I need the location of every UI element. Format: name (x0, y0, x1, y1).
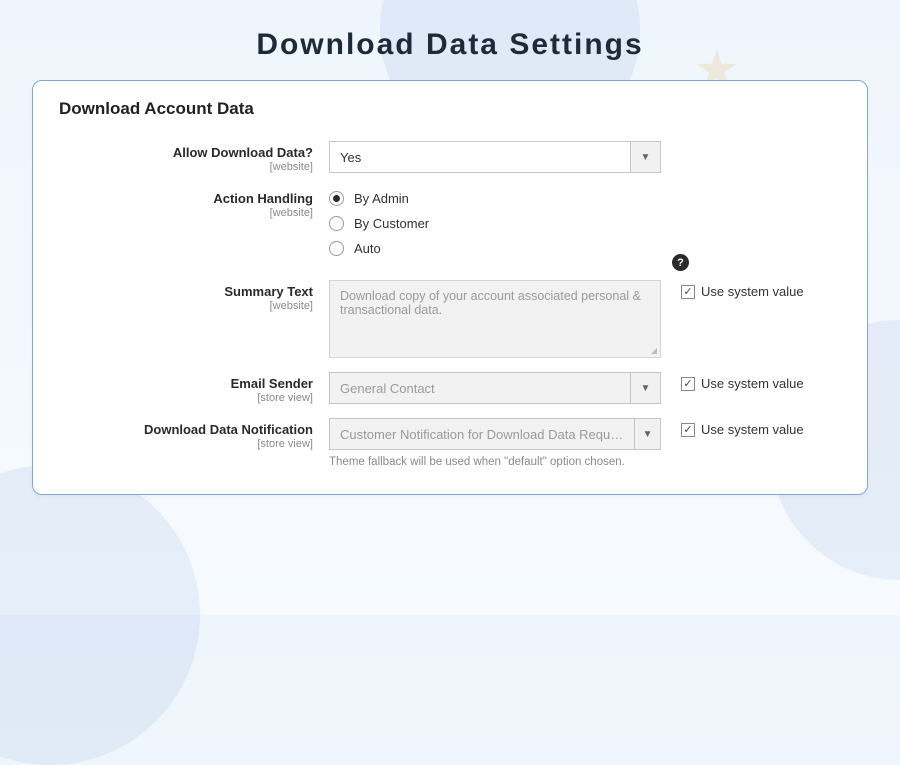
panel-title: Download Account Data (59, 99, 841, 119)
scope-storeview: [store view] (59, 392, 313, 404)
row-summary-text: Summary Text [website] ? Download copy o… (59, 280, 841, 358)
row-allow-download: Allow Download Data? [website] Yes ▼ (59, 141, 841, 173)
settings-panel: Download Account Data Allow Download Dat… (32, 80, 868, 495)
use-system-label: Use system value (701, 284, 804, 299)
chevron-down-icon[interactable]: ▼ (630, 142, 660, 172)
radio-auto[interactable]: Auto (329, 241, 661, 256)
row-notification: Download Data Notification [store view] … (59, 418, 841, 468)
radio-icon (329, 191, 344, 206)
action-handling-radio-group: By Admin By Customer Auto (329, 187, 661, 256)
page-title: Download Data Settings (0, 0, 900, 80)
allow-download-label: Allow Download Data? (59, 145, 313, 160)
radio-label: By Customer (354, 216, 429, 231)
use-system-label: Use system value (701, 376, 804, 391)
email-sender-value: General Contact (330, 381, 445, 396)
radio-icon (329, 216, 344, 231)
email-sender-select[interactable]: General Contact ▼ (329, 372, 661, 404)
scope-storeview: [store view] (59, 438, 313, 450)
scope-website: [website] (59, 207, 313, 219)
summary-text-textarea[interactable]: Download copy of your account associated… (329, 280, 661, 358)
radio-by-admin[interactable]: By Admin (329, 191, 661, 206)
allow-download-select[interactable]: Yes ▼ (329, 141, 661, 173)
notification-value: Customer Notification for Download Data … (330, 427, 634, 442)
radio-icon (329, 241, 344, 256)
notification-note: Theme fallback will be used when "defaul… (329, 456, 661, 468)
action-handling-label: Action Handling (59, 191, 313, 206)
radio-label: Auto (354, 241, 381, 256)
help-icon[interactable]: ? (672, 254, 689, 271)
use-system-label: Use system value (701, 422, 804, 437)
use-system-checkbox-summary[interactable]: ✓ (681, 285, 695, 299)
allow-download-value: Yes (330, 150, 371, 165)
email-sender-label: Email Sender (59, 376, 313, 391)
row-action-handling: Action Handling [website] By Admin By Cu… (59, 187, 841, 266)
use-system-checkbox-notification[interactable]: ✓ (681, 423, 695, 437)
notification-select[interactable]: Customer Notification for Download Data … (329, 418, 661, 450)
scope-website: [website] (59, 161, 313, 173)
radio-by-customer[interactable]: By Customer (329, 216, 661, 231)
chevron-down-icon[interactable]: ▼ (630, 373, 660, 403)
use-system-checkbox-email[interactable]: ✓ (681, 377, 695, 391)
chevron-down-icon[interactable]: ▼ (634, 419, 660, 449)
summary-text-label: Summary Text (59, 284, 313, 299)
notification-label: Download Data Notification (59, 422, 313, 437)
radio-label: By Admin (354, 191, 409, 206)
row-email-sender: Email Sender [store view] General Contac… (59, 372, 841, 404)
scope-website: [website] (59, 300, 313, 312)
